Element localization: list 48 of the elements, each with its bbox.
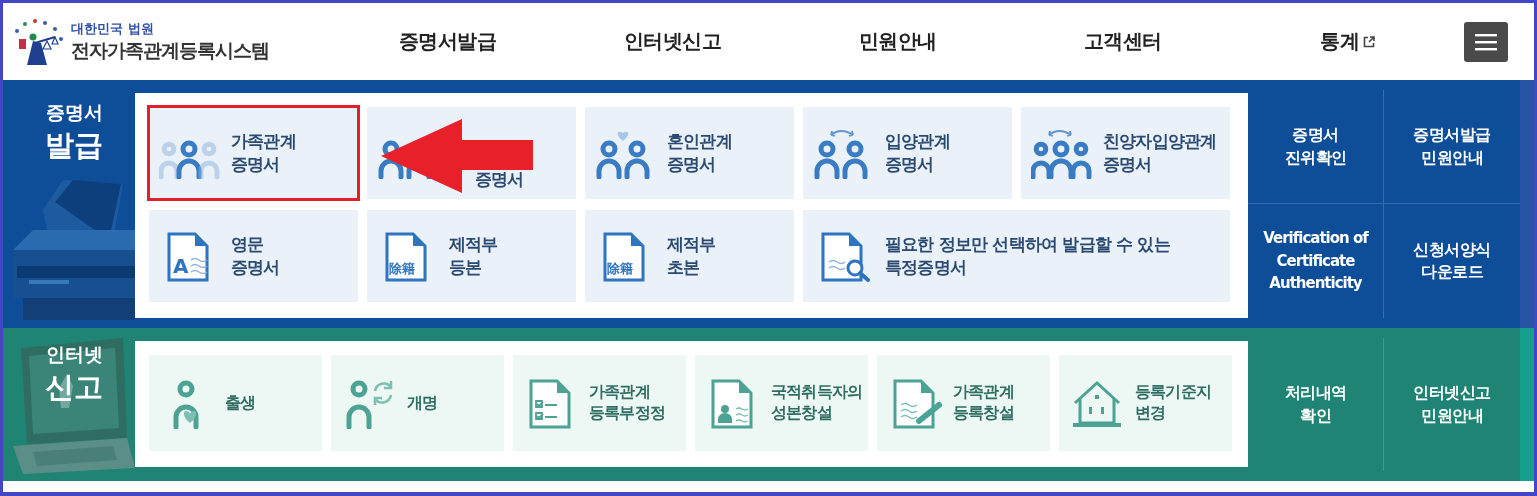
nav-link[interactable]: 증명서발급 bbox=[335, 28, 560, 55]
report-tile[interactable]: 등록기준지 변경 bbox=[1059, 355, 1232, 451]
tile-label: 영문 증명서 bbox=[231, 233, 280, 279]
certificate-tile[interactable]: A 영문 증명서 bbox=[149, 210, 358, 302]
report-tile[interactable]: 국적취득자의 성본창설 bbox=[695, 355, 868, 451]
report-tile[interactable]: 출생 bbox=[149, 355, 322, 451]
system-name: 전자가족관계등록시스템 bbox=[71, 37, 269, 63]
quick-link[interactable]: 처리내역 확인 bbox=[1248, 338, 1384, 471]
certificate-tile[interactable]: 혼인관계 증명서 bbox=[585, 107, 794, 199]
quick-link[interactable]: Verification of Certificate Authenticity bbox=[1248, 204, 1384, 318]
tile-label: 입양관계 증명서 bbox=[885, 130, 950, 176]
menu-button[interactable] bbox=[1464, 21, 1508, 62]
report-tile[interactable]: 가족관계 등록부정정 bbox=[513, 355, 686, 451]
certificate-tile[interactable]: 除籍 제적부 초본 bbox=[585, 210, 794, 302]
nav-link[interactable]: 고객센터 bbox=[1010, 28, 1235, 55]
certificate-tile[interactable]: 除籍 제적부 등본 bbox=[367, 210, 576, 302]
nav-link[interactable]: 통계 bbox=[1235, 28, 1460, 55]
court-name: 대한민국 법원 bbox=[71, 19, 155, 38]
tile-label: 등록기준지 변경 bbox=[1135, 382, 1211, 424]
quick-link[interactable]: 신청서양식 다운로드 bbox=[1384, 204, 1520, 318]
tile-label: 필요한 정보만 선택하여 발급할 수 있는 특정증명서 bbox=[885, 233, 1170, 279]
tile-label: 제적부 초본 bbox=[667, 233, 716, 279]
report-tile[interactable]: 가족관계 등록창설 bbox=[877, 355, 1050, 451]
certificate-tile[interactable]: 입양관계 증명서 bbox=[803, 107, 1012, 199]
tile-label: 가족관계 등록창설 bbox=[953, 382, 1014, 424]
section-subtitle: 증명서 bbox=[45, 100, 103, 125]
section-subtitle: 인터넷 bbox=[45, 342, 103, 367]
tile-label: 개명 bbox=[407, 392, 438, 414]
tile-label: 친양자입양관계 증명서 bbox=[1103, 130, 1217, 176]
certificate-tile[interactable]: 친양자입양관계 증명서 bbox=[1021, 107, 1230, 199]
tile-label: 가족관계 등록부정정 bbox=[589, 382, 665, 424]
section-title: 신고 bbox=[45, 369, 103, 406]
tile-label: 출생 bbox=[225, 392, 256, 414]
tile-label: 가족관계 증명서 bbox=[231, 130, 296, 176]
section-title: 발급 bbox=[45, 127, 103, 164]
nav-link[interactable]: 민원안내 bbox=[785, 28, 1010, 55]
tile-label: 증명서 bbox=[475, 168, 524, 192]
quick-link[interactable]: 인터넷신고 민원안내 bbox=[1384, 338, 1520, 471]
certificate-tile[interactable]: 필요한 정보만 선택하여 발급할 수 있는 특정증명서 bbox=[803, 210, 1230, 302]
certificate-tile[interactable]: 가족관계 증명서 bbox=[149, 107, 358, 199]
menu-icon bbox=[1475, 32, 1497, 51]
tile-label: 국적취득자의 성본창설 bbox=[771, 382, 863, 424]
people-icon bbox=[1031, 127, 1093, 179]
report-tile[interactable]: 개명 bbox=[331, 355, 504, 451]
nav-link[interactable]: 인터넷신고 bbox=[560, 28, 785, 55]
tile-label: 혼인관계 증명서 bbox=[667, 130, 732, 176]
tile-label: 제적부 등본 bbox=[449, 233, 498, 279]
quick-link[interactable]: 증명서 진위확인 bbox=[1248, 90, 1384, 204]
